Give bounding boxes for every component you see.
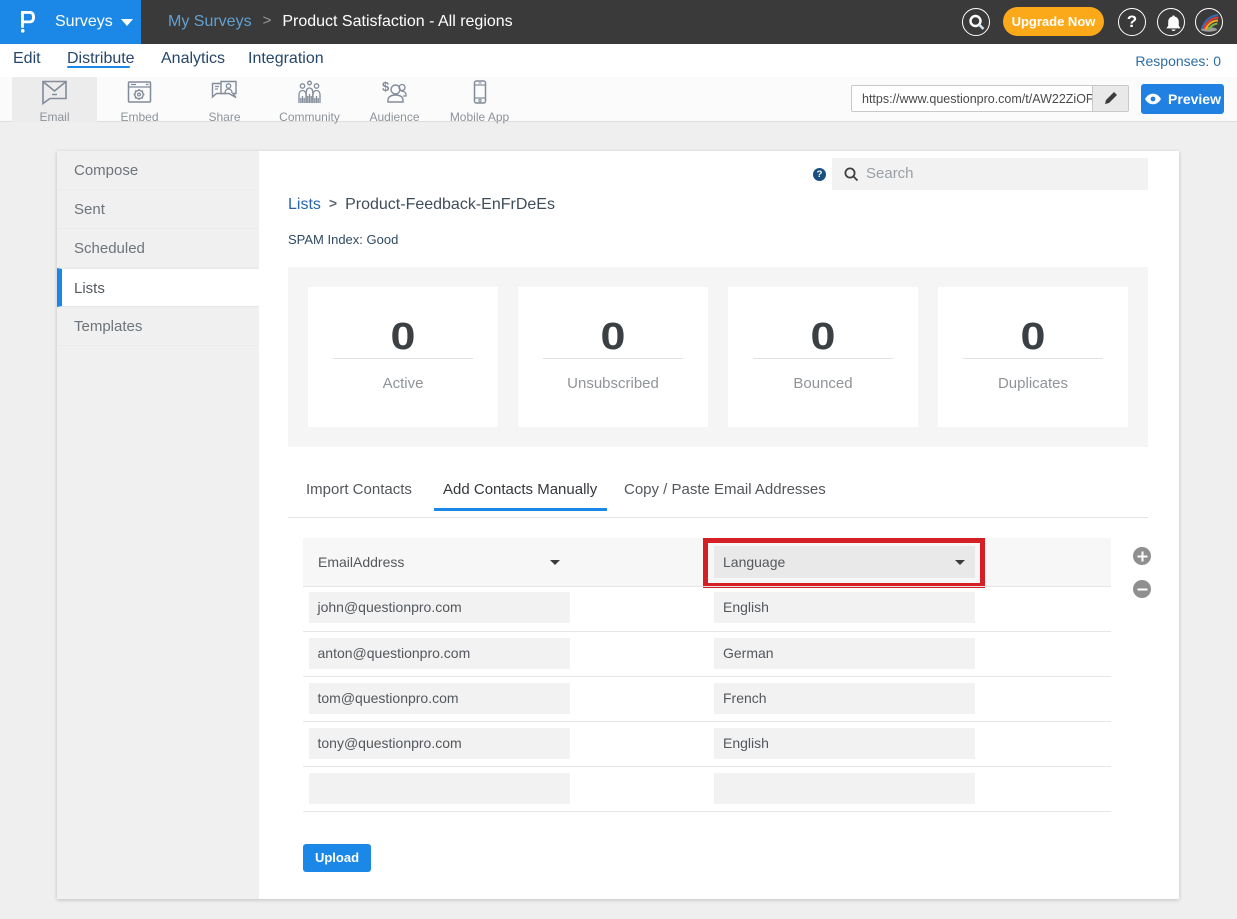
svg-text:$: $ (382, 80, 390, 94)
